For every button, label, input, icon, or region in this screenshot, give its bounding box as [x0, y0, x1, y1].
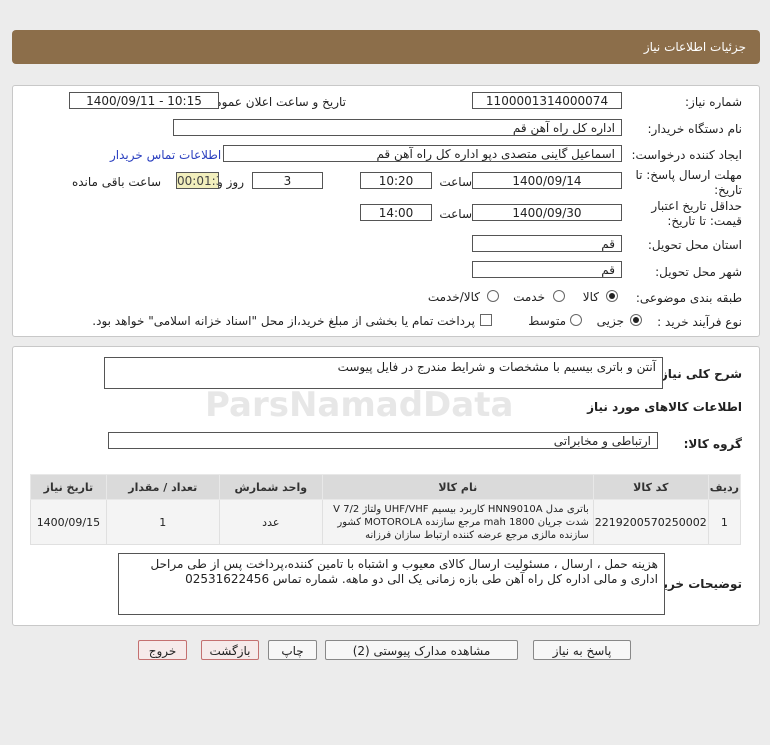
cell-code: 2219200570250002 — [592, 499, 709, 545]
process-option-minor: جزیی — [596, 314, 624, 328]
col-header-date: تاریخ نیاز — [30, 474, 107, 500]
buyer-notes-field: هزینه حمل ، ارسال ، مسئولیت ارسال کالای … — [118, 553, 665, 615]
category-label: طبقه بندی موضوعی: — [635, 291, 742, 305]
process-radio-medium[interactable] — [570, 314, 582, 326]
city-label: شهر محل تحویل: — [655, 265, 742, 279]
goods-info-title: اطلاعات کالاهای مورد نیاز — [587, 400, 742, 414]
reply-deadline-label-2: تاریخ: — [714, 183, 742, 197]
process-radio-minor[interactable] — [630, 314, 642, 326]
category-option-goods-service: کالا/خدمت — [427, 290, 480, 304]
cell-date: 1400/09/15 — [30, 499, 107, 545]
province-label: استان محل تحویل: — [647, 238, 742, 252]
reply-button[interactable]: پاسخ به نیاز — [533, 640, 631, 660]
price-validity-label: حداقل تاریخ اعتبار — [651, 199, 742, 213]
buyer-org-label: نام دستگاه خریدار: — [647, 122, 743, 136]
goods-group-field: ارتباطی و مخابراتی — [108, 432, 658, 449]
col-header-code: کد کالا — [592, 474, 709, 500]
watermark-text: ParsNamadData — [205, 385, 514, 425]
cell-unit: عدد — [218, 499, 323, 545]
requester-label: ایجاد کننده درخواست: — [631, 148, 742, 162]
process-label: نوع فرآیند خرید : — [657, 315, 742, 329]
summary-label: شرح کلی نیاز: — [656, 367, 742, 381]
cell-name: باتری مدل HNN9010A کاربرد بیسیم UHF/VHF … — [321, 499, 594, 545]
col-header-row: ردیف — [707, 474, 742, 500]
print-button[interactable]: چاپ — [268, 640, 317, 660]
price-validity-label-2: قیمت: تا تاریخ: — [667, 214, 742, 228]
cell-row: 1 — [707, 499, 742, 545]
page-title: جزئیات اطلاعات نیاز — [643, 40, 746, 54]
buyer-contact-link[interactable]: اطلاعات تماس خریدار — [110, 148, 221, 162]
buyer-org-field: اداره کل راه آهن قم — [173, 119, 622, 136]
category-radio-goods-service[interactable] — [487, 290, 499, 302]
table-row: 1 2219200570250002 باتری مدل HNN9010A کا… — [30, 499, 742, 545]
category-radio-goods[interactable] — [606, 290, 618, 302]
category-option-service: خدمت — [513, 290, 545, 304]
back-button[interactable]: بازگشت — [201, 640, 259, 660]
reply-time-label: ساعت — [439, 175, 472, 189]
price-validity-time-label: ساعت — [439, 207, 472, 221]
announce-date-label: تاریخ و ساعت اعلان عمومی: — [201, 95, 346, 109]
price-validity-time-field: 14:00 — [360, 204, 432, 221]
view-attachments-button[interactable]: مشاهده مدارک پیوستی (2) — [325, 640, 518, 660]
treasury-payment-checkbox[interactable] — [480, 314, 492, 326]
exit-button[interactable]: خروج — [138, 640, 187, 660]
goods-group-label: گروه کالا: — [683, 437, 742, 451]
price-validity-date-field: 1400/09/30 — [472, 204, 622, 221]
page-header: جزئیات اطلاعات نیاز — [12, 30, 760, 64]
cell-qty: 1 — [105, 499, 220, 545]
goods-table: ردیف کد کالا نام کالا واحد شمارش تعداد /… — [30, 474, 742, 545]
treasury-payment-note: پرداخت تمام یا بخشی از مبلغ خرید،از محل … — [92, 314, 475, 328]
col-header-qty: تعداد / مقدار — [105, 474, 220, 500]
remaining-days-field: 3 — [252, 172, 323, 189]
category-option-goods: کالا — [582, 290, 599, 304]
reply-date-field: 1400/09/14 — [472, 172, 622, 189]
process-option-medium: متوسط — [528, 314, 566, 328]
need-number-label: شماره نیاز: — [685, 95, 742, 109]
remaining-time-field: 00:01:39 — [176, 172, 219, 189]
requester-field: اسماعیل گاینی متصدی دپو اداره کل راه آهن… — [223, 145, 622, 162]
reply-time-field: 10:20 — [360, 172, 432, 189]
col-header-name: نام کالا — [321, 474, 594, 500]
announce-date-field: 1400/09/11 - 10:15 — [69, 92, 219, 109]
days-label: روز و — [217, 175, 244, 189]
remaining-time-label: ساعت باقی مانده — [71, 175, 161, 189]
category-radio-service[interactable] — [553, 290, 565, 302]
city-field: قم — [472, 261, 622, 278]
need-number-field: 1100001314000074 — [472, 92, 622, 109]
col-header-unit: واحد شمارش — [218, 474, 323, 500]
province-field: قم — [472, 235, 622, 252]
summary-field: آنتن و باتری بیسیم با مشخصات و شرایط مند… — [104, 357, 663, 389]
reply-deadline-label: مهلت ارسال پاسخ: تا — [635, 168, 742, 182]
